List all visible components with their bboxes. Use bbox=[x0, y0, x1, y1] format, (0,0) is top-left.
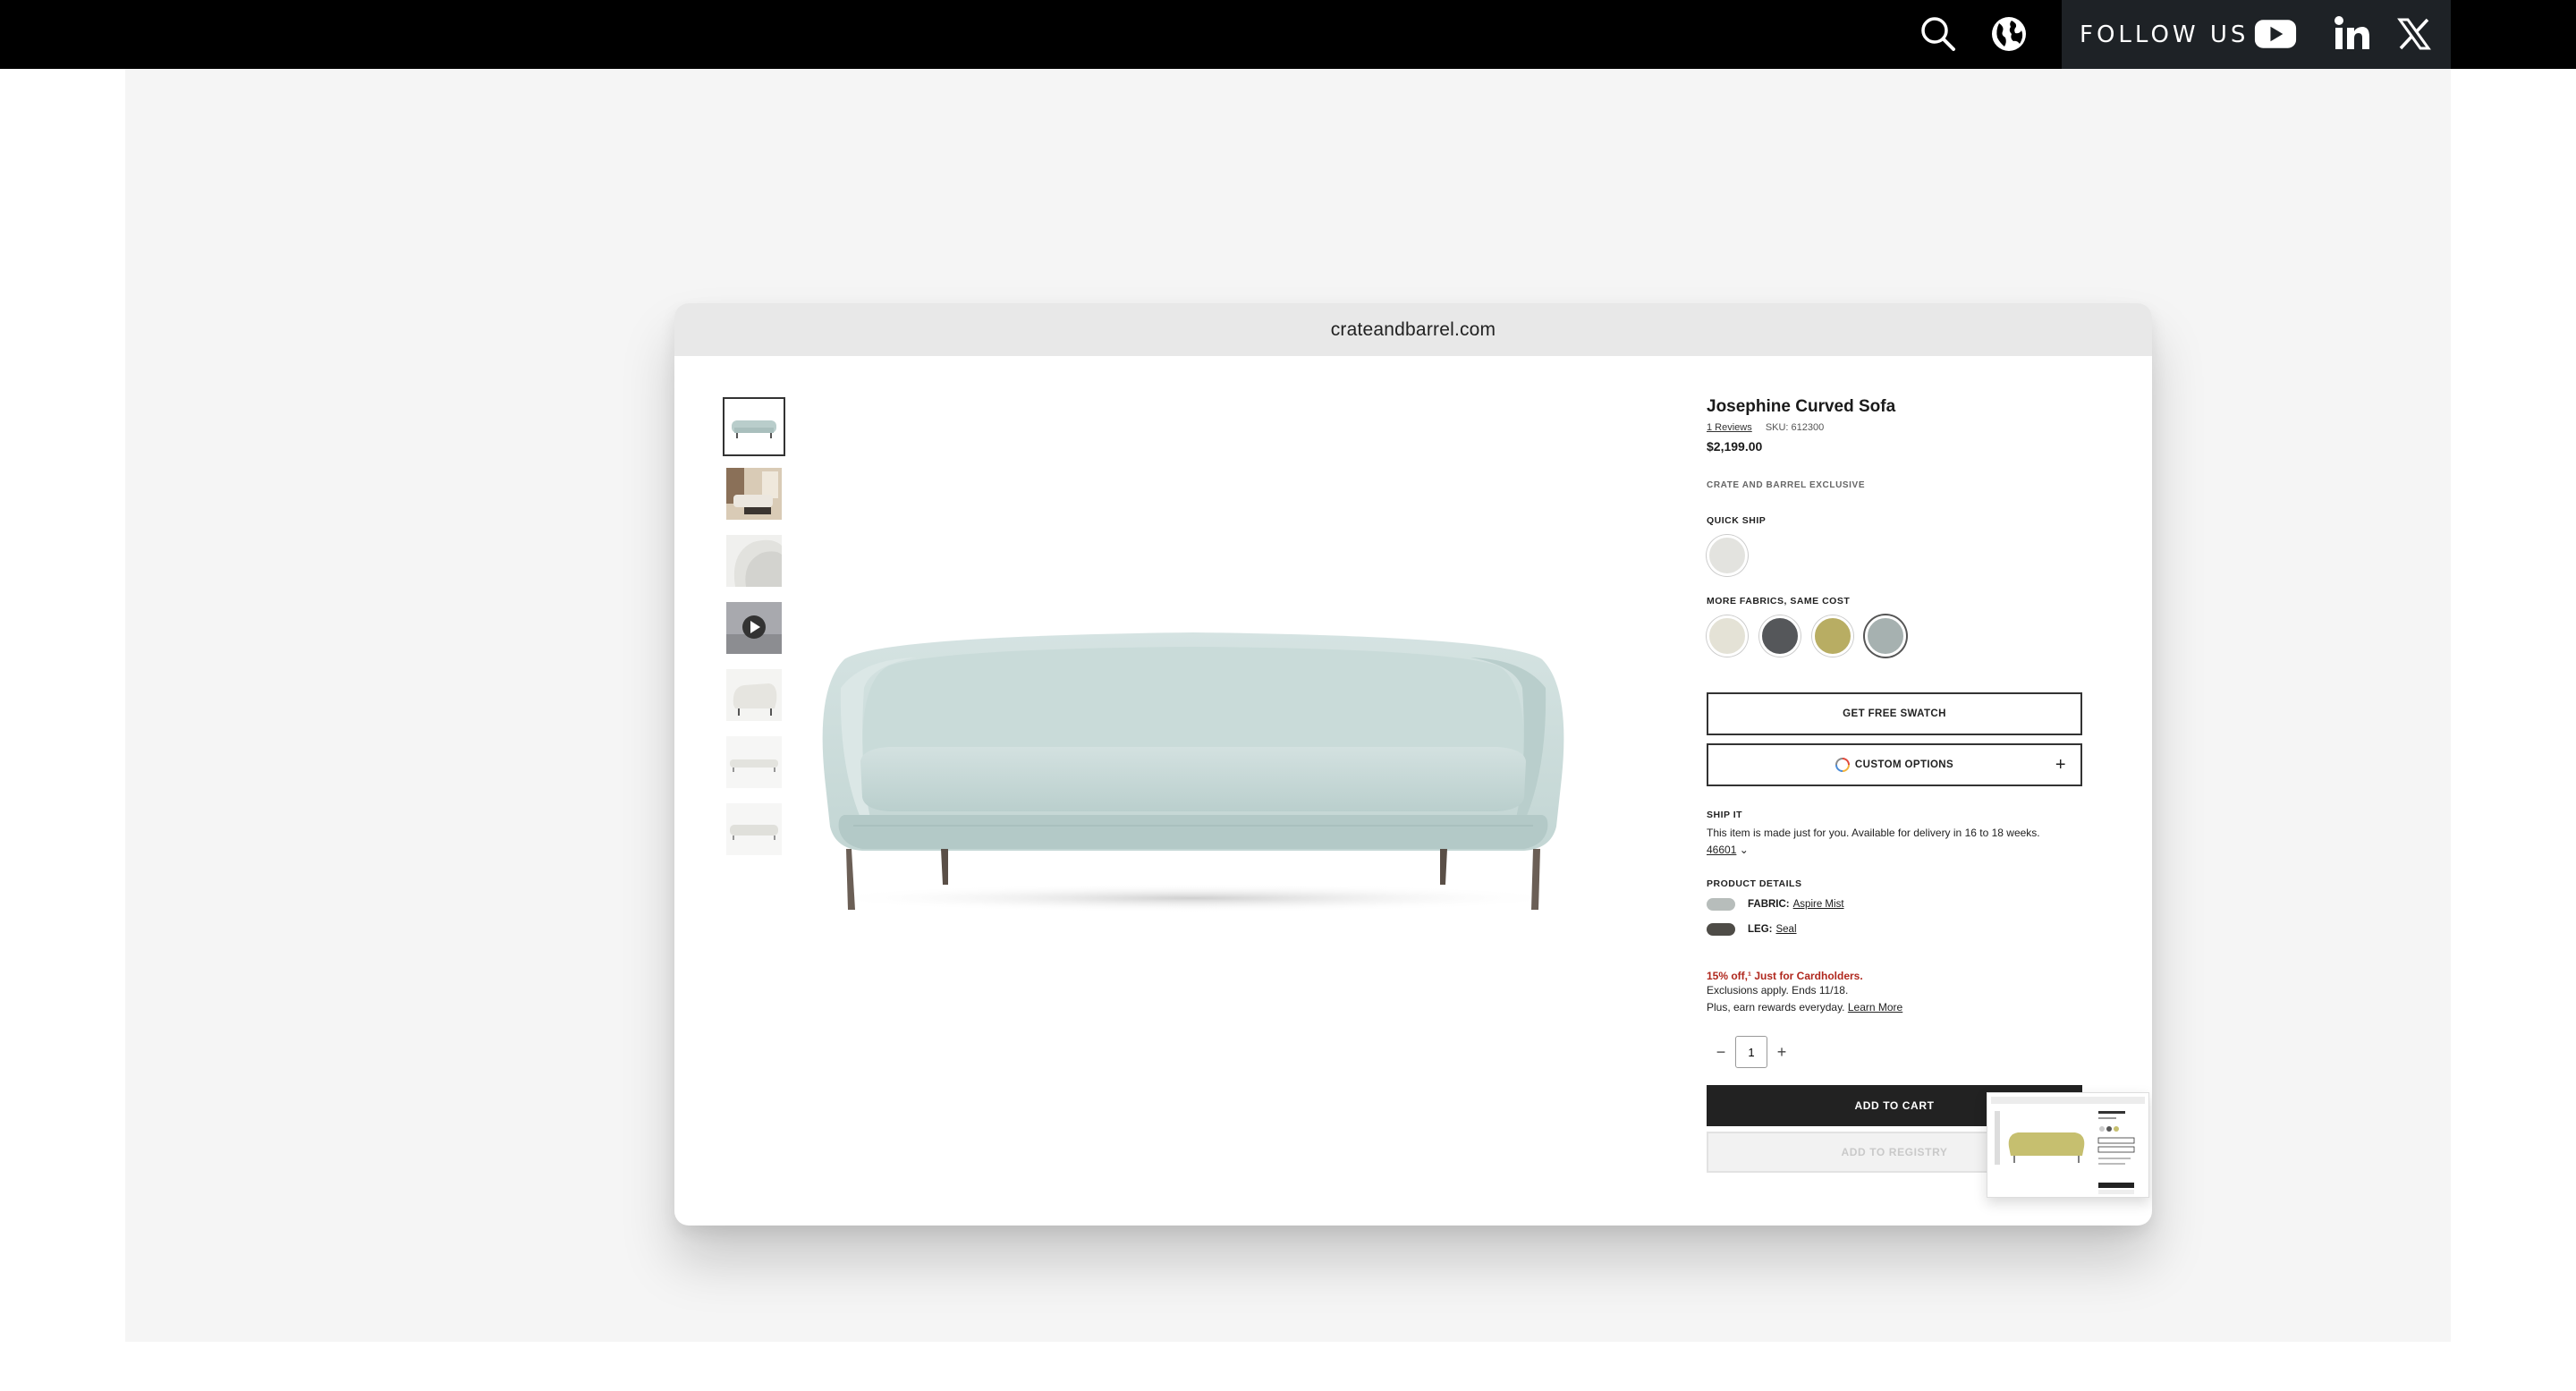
globe-icon[interactable] bbox=[1987, 13, 2030, 55]
ship-it-text: This item is made just for you. Availabl… bbox=[1707, 827, 2040, 839]
fabric-detail-key: FABRIC: bbox=[1748, 899, 1790, 910]
thumbnail-sofa-back[interactable] bbox=[723, 800, 785, 859]
zip-selector[interactable]: 46601 ⌄ bbox=[1707, 842, 2082, 859]
thumbnail-video[interactable] bbox=[723, 598, 785, 657]
page-preview-thumbnail[interactable] bbox=[1987, 1092, 2149, 1198]
thumbnail-sofa-side[interactable] bbox=[723, 733, 785, 792]
promo-line-2-text: Plus, earn rewards everyday. bbox=[1707, 1001, 1845, 1014]
product-price: $2,199.00 bbox=[1707, 439, 1763, 454]
thumbnail-living-room[interactable] bbox=[723, 464, 785, 523]
fabric-color-chip bbox=[1707, 898, 1735, 911]
top-bar: FOLLOW US bbox=[0, 0, 2576, 69]
fabric-swatch[interactable] bbox=[1865, 615, 1906, 657]
learn-more-link[interactable]: Learn More bbox=[1848, 1001, 1902, 1014]
fabric-detail-row: FABRIC: Aspire Mist bbox=[1707, 898, 2082, 911]
fabric-swatch[interactable] bbox=[1707, 615, 1748, 657]
chevron-down-icon: ⌄ bbox=[1739, 844, 1749, 856]
follow-us-label: FOLLOW US bbox=[2080, 21, 2250, 48]
leg-detail-link[interactable]: Seal bbox=[1775, 924, 1796, 935]
add-to-cart-label: ADD TO CART bbox=[1854, 1099, 1935, 1112]
thumbnail-sofa-angle[interactable] bbox=[723, 666, 785, 725]
increase-quantity-button[interactable]: + bbox=[1767, 1038, 1796, 1066]
fabric-swatch[interactable] bbox=[1812, 615, 1853, 657]
get-free-swatch-button[interactable]: GET FREE SWATCH bbox=[1707, 692, 2082, 735]
browser-url: crateandbarrel.com bbox=[1330, 318, 1496, 340]
promo-line-2: Plus, earn rewards everyday. Learn More bbox=[1707, 999, 2082, 1016]
quick-ship-swatches bbox=[1707, 535, 2082, 576]
decrease-quantity-button[interactable]: − bbox=[1707, 1038, 1735, 1066]
fabric-detail-link[interactable]: Aspire Mist bbox=[1793, 899, 1844, 910]
get-free-swatch-label: GET FREE SWATCH bbox=[1843, 708, 1946, 719]
x-icon[interactable] bbox=[2393, 13, 2436, 55]
browser-address-bar: crateandbarrel.com bbox=[674, 303, 2152, 356]
product-main-image bbox=[809, 554, 1578, 912]
leg-detail-row: LEG: Seal bbox=[1707, 923, 2082, 936]
reviews-link[interactable]: 1 Reviews bbox=[1707, 422, 1752, 433]
ship-it-label: SHIP IT bbox=[1707, 810, 1743, 820]
thumbnail-sofa-front[interactable] bbox=[723, 397, 785, 456]
product-info-panel: Josephine Curved Sofa 1 Reviews SKU: 612… bbox=[1707, 397, 2082, 1173]
add-to-registry-label: ADD TO REGISTRY bbox=[1841, 1146, 1948, 1158]
plus-icon: + bbox=[2055, 755, 2066, 775]
stage-background: crateandbarrel.com Josephine Curved Sofa… bbox=[125, 69, 2451, 1342]
zip-code: 46601 bbox=[1707, 844, 1737, 856]
fabric-swatches bbox=[1707, 615, 2082, 657]
product-title: Josephine Curved Sofa bbox=[1707, 397, 1896, 416]
exclusive-badge: CRATE AND BARREL EXCLUSIVE bbox=[1707, 480, 1866, 490]
custom-options-icon bbox=[1835, 758, 1850, 772]
quantity-input[interactable] bbox=[1735, 1036, 1767, 1068]
product-details-label: PRODUCT DETAILS bbox=[1707, 878, 1802, 889]
custom-options-button[interactable]: CUSTOM OPTIONS + bbox=[1707, 743, 2082, 786]
thumbnail-sofa-arm[interactable] bbox=[723, 531, 785, 590]
fabric-swatch[interactable] bbox=[1759, 615, 1801, 657]
quantity-stepper: − + bbox=[1707, 1036, 2082, 1068]
product-meta: 1 Reviews SKU: 612300 bbox=[1707, 422, 2082, 433]
search-icon[interactable] bbox=[1917, 13, 1960, 55]
thumbnail-list bbox=[723, 397, 785, 867]
leg-color-chip bbox=[1707, 923, 1735, 936]
custom-options-label: CUSTOM OPTIONS bbox=[1854, 759, 1954, 770]
youtube-icon[interactable] bbox=[2254, 13, 2297, 55]
promo-line-1: Exclusions apply. Ends 11/18. bbox=[1707, 984, 1849, 997]
leg-detail-key: LEG: bbox=[1748, 924, 1773, 935]
quick-ship-swatch[interactable] bbox=[1707, 535, 1748, 576]
quick-ship-label: QUICK SHIP bbox=[1707, 515, 1767, 526]
browser-window: crateandbarrel.com Josephine Curved Sofa… bbox=[674, 303, 2152, 1226]
promo-title: 15% off,¹ Just for Cardholders. bbox=[1707, 970, 1863, 982]
product-sku: SKU: 612300 bbox=[1765, 422, 1825, 433]
linkedin-icon[interactable] bbox=[2331, 13, 2374, 55]
more-fabrics-label: MORE FABRICS, SAME COST bbox=[1707, 596, 1851, 606]
